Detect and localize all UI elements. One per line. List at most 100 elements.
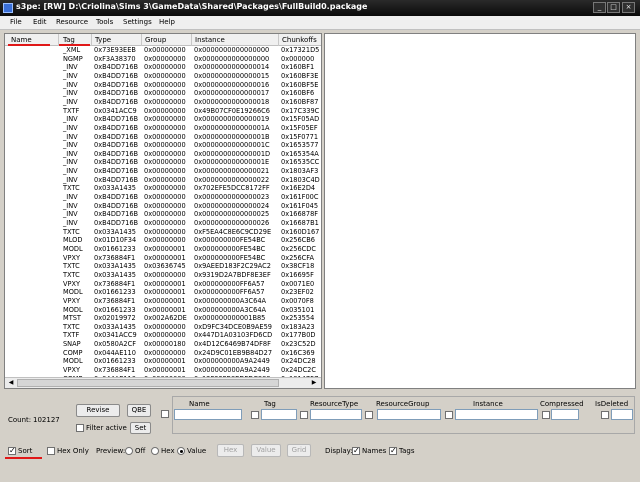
table-row[interactable]: MLOD 0x01D10F34 0x00000000 0x000000000FE54B… <box>5 236 321 245</box>
hex-only-checkbox[interactable] <box>47 447 55 455</box>
value-button[interactable]: Value <box>251 444 281 457</box>
table-row[interactable]: VPXY 0x736884F1 0x00000001 0x000000000A3C64… <box>5 297 321 306</box>
row-chunkoffset: 0x16C369 <box>281 348 315 357</box>
filter-instance-checkbox[interactable] <box>445 411 453 419</box>
filter-active-checkbox[interactable] <box>76 424 84 432</box>
column-tag[interactable]: Tag <box>63 36 75 44</box>
table-row[interactable]: COMP 0x044AE110 0x00000000 0x24D9C01EB9B84D… <box>5 348 321 358</box>
row-chunkoffset: 0x15F05EF <box>281 123 318 132</box>
table-row[interactable]: _INV 0xB4DD716B 0x00000000 0x00000000000000… <box>5 210 321 219</box>
table-row[interactable]: _INV 0xB4DD716B 0x00000000 0x00000000000000… <box>5 219 321 228</box>
filter-instance-input[interactable] <box>455 409 538 420</box>
table-row[interactable]: _INV 0xB4DD716B 0x00000000 0x00000000000000… <box>5 123 321 133</box>
revise-button[interactable]: Revise <box>76 404 120 417</box>
table-row[interactable]: TXTC 0x033A1435 0x00000000 0xF5EA4C8E6C9CD2… <box>5 228 321 237</box>
table-row[interactable]: VPXY 0x736884F1 0x00000001 0x000000000FF6A5… <box>5 280 321 289</box>
display-names-checkbox[interactable] <box>352 446 360 455</box>
scroll-thumb[interactable] <box>17 379 279 387</box>
filter-name-input[interactable] <box>174 409 242 420</box>
filter-tag-input[interactable] <box>261 409 297 420</box>
row-chunkoffset: 0x161F00C <box>281 193 319 202</box>
filter-tag-checkbox[interactable] <box>251 411 259 419</box>
scroll-right-icon[interactable]: ▶ <box>309 379 319 387</box>
row-instance: 0x0000000000000017 <box>194 89 270 98</box>
table-row[interactable]: _INV 0xB4DD716B 0x00000000 0x00000000000000… <box>5 63 321 72</box>
filter-compressed-checkbox[interactable] <box>542 411 550 419</box>
preview-hex-radio[interactable] <box>151 447 159 455</box>
table-row[interactable]: TXTC 0x033A1435 0x00000000 0xD9FC34DCE0B9AE… <box>5 323 321 332</box>
qbe-button[interactable]: QBE <box>127 404 151 417</box>
close-button[interactable]: × <box>622 2 635 13</box>
table-row[interactable]: _INV 0xB4DD716B 0x00000000 0x00000000000000… <box>5 202 321 211</box>
maximize-button[interactable]: □ <box>607 2 620 13</box>
column-chunkoffset[interactable]: Chunkoffs <box>282 36 317 44</box>
table-row[interactable]: SNAP 0x0580A2CF 0x00000180 0x4D12C6469B74DF… <box>5 340 321 349</box>
table-row[interactable]: _INV 0xB4DD716B 0x00000000 0x00000000000000… <box>5 150 321 159</box>
table-row[interactable]: _INV 0xB4DD716B 0x00000000 0x00000000000000… <box>5 89 321 98</box>
hex-button[interactable]: Hex <box>217 444 244 457</box>
row-instance: 0x49B07CF0E19266C6 <box>194 106 270 115</box>
column-name[interactable]: Name <box>11 36 32 44</box>
filter-deleted-checkbox[interactable] <box>601 411 609 419</box>
table-row[interactable]: TXTC 0x033A1435 0x00000000 0x9319D2A7BDF8E3… <box>5 271 321 280</box>
row-tag: SNAP <box>63 340 81 349</box>
table-row[interactable]: TXTC 0x033A1435 0x00000000 0x702EFE5DCC8172… <box>5 184 321 193</box>
set-button[interactable]: Set <box>130 422 151 434</box>
table-row[interactable]: _INV 0xB4DD716B 0x00000000 0x00000000000000… <box>5 158 321 167</box>
menu-resource[interactable]: Resource <box>56 18 88 26</box>
table-row[interactable]: TXTF 0x0341ACC9 0x00000000 0x49B07CF0E19266… <box>5 106 321 116</box>
column-divider[interactable] <box>91 34 92 46</box>
filter-name-checkbox[interactable] <box>161 410 169 418</box>
table-row[interactable]: MODL 0x01661233 0x00000001 0x000000000FE54B… <box>5 245 321 254</box>
menu-edit[interactable]: Edit <box>33 18 47 26</box>
table-row[interactable]: TXTC 0x033A1435 0x03636745 0x9AEED183F2C29A… <box>5 262 321 271</box>
table-row[interactable]: _INV 0xB4DD716B 0x00000000 0x00000000000000… <box>5 133 321 142</box>
table-row[interactable]: _INV 0xB4DD716B 0x00000000 0x00000000000000… <box>5 141 321 150</box>
table-row[interactable]: _INV 0xB4DD716B 0x00000000 0x00000000000000… <box>5 193 321 202</box>
sort-checkbox[interactable] <box>8 446 16 455</box>
table-row[interactable]: _INV 0xB4DD716B 0x00000000 0x00000000000000… <box>5 97 321 107</box>
menu-settings[interactable]: Settings <box>123 18 152 26</box>
column-group[interactable]: Group <box>145 36 166 44</box>
menu-file[interactable]: File <box>10 18 22 26</box>
table-row[interactable]: MODL 0x01661233 0x00000001 0x000000000FF6A5… <box>5 288 321 297</box>
resource-grid[interactable]: Name Tag Type Group Instance Chunkoffs _… <box>4 33 322 389</box>
filter-label-compressed: Compressed <box>540 400 584 408</box>
filter-deleted-input[interactable] <box>611 409 633 420</box>
table-row[interactable]: VPXY 0x736884F1 0x00000001 0x000000000FE54B… <box>5 254 321 263</box>
table-row[interactable]: MODL 0x01661233 0x00000001 0x000000000A9A24… <box>5 357 321 366</box>
column-divider[interactable] <box>141 34 142 46</box>
preview-value-radio[interactable] <box>177 447 185 455</box>
column-divider[interactable] <box>278 34 279 46</box>
minimize-button[interactable]: _ <box>593 2 606 13</box>
filter-group-checkbox[interactable] <box>365 411 373 419</box>
filter-group-input[interactable] <box>377 409 441 420</box>
row-tag: _INV <box>63 193 78 202</box>
table-row[interactable]: NGMP 0xF3A38370 0x00000000 0x00000000000000… <box>5 55 321 64</box>
table-row[interactable]: _INV 0xB4DD716B 0x00000000 0x00000000000000… <box>5 72 321 81</box>
table-row[interactable]: MODL 0x01661233 0x00000001 0x000000000A3C64… <box>5 306 321 315</box>
horizontal-scrollbar[interactable]: ◀ ▶ <box>5 377 321 388</box>
table-row[interactable]: _INV 0xB4DD716B 0x00000000 0x00000000000000… <box>5 176 321 185</box>
column-type[interactable]: Type <box>95 36 111 44</box>
row-group: 0x00000001 <box>144 357 186 366</box>
scroll-left-icon[interactable]: ◀ <box>6 379 16 387</box>
table-row[interactable]: VPXY 0x736884F1 0x00000001 0x000000000A9A24… <box>5 366 321 375</box>
column-divider[interactable] <box>191 34 192 46</box>
grid-button[interactable]: Grid <box>287 444 311 457</box>
menu-help[interactable]: Help <box>159 18 175 26</box>
menu-tools[interactable]: Tools <box>96 18 113 26</box>
table-row[interactable]: MTST 0x02019972 0x002A62DE 0x000000000001B8… <box>5 314 321 323</box>
preview-off-radio[interactable] <box>125 447 133 455</box>
table-row[interactable]: _INV 0xB4DD716B 0x00000000 0x00000000000000… <box>5 167 321 176</box>
column-instance[interactable]: Instance <box>195 36 225 44</box>
table-row[interactable]: _XML 0x73E93EEB 0x00000000 0x00000000000000… <box>5 46 321 55</box>
display-tags-checkbox[interactable] <box>389 446 397 455</box>
filter-compressed-input[interactable] <box>551 409 579 420</box>
filter-type-input[interactable] <box>310 409 362 420</box>
table-row[interactable]: _INV 0xB4DD716B 0x00000000 0x00000000000000… <box>5 115 321 124</box>
table-row[interactable]: _INV 0xB4DD716B 0x00000000 0x00000000000000… <box>5 81 321 90</box>
filter-type-checkbox[interactable] <box>300 411 308 419</box>
table-row[interactable]: TXTF 0x0341ACC9 0x00000000 0x447D1A03103FD6… <box>5 331 321 340</box>
row-chunkoffset: 0x160BF87 <box>281 97 319 106</box>
